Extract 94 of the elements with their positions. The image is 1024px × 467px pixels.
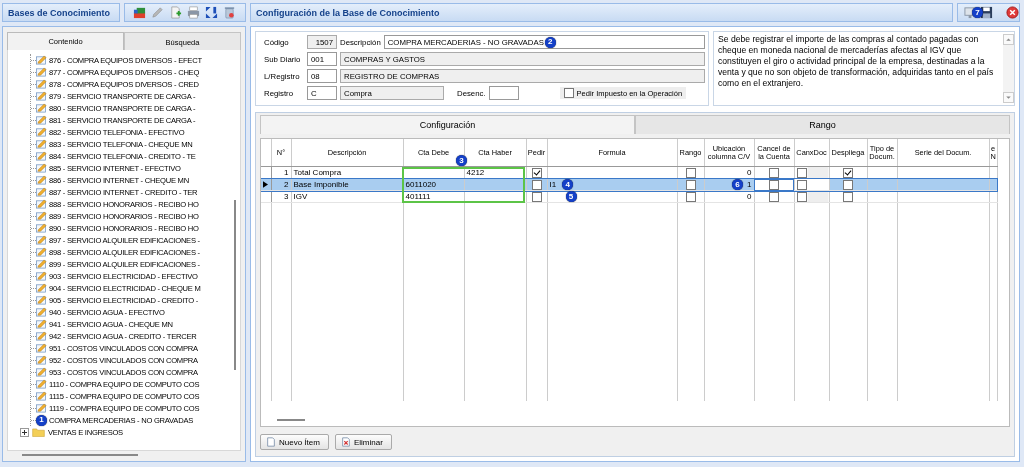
note-pencil-icon (36, 127, 47, 137)
close-icon[interactable] (1006, 6, 1019, 19)
tab[interactable]: Rango (635, 115, 1010, 134)
note-pencil-icon (36, 139, 47, 149)
note-pencil-icon (36, 151, 47, 161)
table-cell: 2 (271, 178, 291, 191)
table-row[interactable]: 3 IGV 401111 5 0 (261, 190, 997, 203)
checkbox[interactable] (685, 179, 696, 190)
step-badge: 2 (544, 36, 556, 48)
checkbox[interactable] (531, 191, 542, 202)
table-cell: 1 (271, 166, 291, 179)
printer-icon[interactable] (187, 6, 200, 19)
new-item-button[interactable]: Nuevo Ítem (260, 434, 329, 450)
checkbox[interactable] (531, 179, 542, 190)
note-pencil-icon (36, 175, 47, 185)
note-pencil-icon (36, 319, 47, 329)
checkbox[interactable] (685, 191, 696, 202)
table-cell: IGV (291, 190, 403, 203)
trash-icon[interactable] (223, 6, 236, 19)
step-badge: 3 (456, 155, 467, 166)
note-text: Se debe registrar el importe de las compras al contado pagadas con cheque en moneda nacional de mercaderías afectas al IGV que constituyen el giro o actividad principal de la empresa, destinadas a la venta y que no son objeto de transformación, adquiridas tanto en el país como en el extranjero. (718, 34, 995, 90)
expand-icon[interactable] (205, 6, 218, 19)
note-pencil-icon (36, 163, 47, 173)
row-pointer-icon (263, 181, 268, 188)
checkbox[interactable] (796, 167, 807, 178)
checkbox[interactable] (769, 167, 779, 178)
checkbox[interactable] (796, 191, 807, 202)
chart-icon[interactable] (133, 6, 146, 19)
scroll-up-icon[interactable] (1003, 34, 1014, 45)
note-pencil-icon (36, 379, 47, 389)
note-pencil-icon (36, 367, 47, 377)
step-badge: 5 (565, 191, 577, 202)
input-field[interactable] (488, 86, 519, 100)
note-pencil-icon (36, 211, 47, 221)
table-cell: 0 (704, 166, 754, 179)
note-pencil-icon (36, 223, 47, 233)
step-badge: 7 (972, 7, 983, 18)
note-pencil-icon (36, 187, 47, 197)
note-pencil-icon (36, 391, 47, 401)
note-pencil-icon (36, 247, 47, 257)
checkbox[interactable] (843, 167, 853, 178)
note-pencil-icon (36, 91, 47, 101)
delete-icon (340, 437, 351, 447)
table-cell: I1 4 (547, 178, 677, 191)
note-pencil-icon (36, 343, 47, 353)
document-icon (266, 437, 276, 447)
note-pencil-icon (36, 103, 47, 113)
delete-button[interactable]: Eliminar (334, 434, 392, 450)
panel-title: Bases de Conocimiento (2, 3, 120, 22)
table-cell: 6011020 (403, 178, 464, 191)
note-pencil-icon (36, 295, 47, 305)
table-row[interactable]: 1 Total Compra 4212 0 (261, 166, 997, 179)
table-cell (464, 178, 526, 191)
table-cell: 3 (271, 190, 291, 203)
checkbox[interactable] (685, 167, 696, 178)
note-pencil-icon (36, 67, 47, 77)
table-row[interactable]: 2 Base Imponible 6011020 I1 4 6 1 (261, 178, 997, 191)
note-pencil-icon (36, 403, 47, 413)
table-cell: Base Imponible (291, 178, 403, 191)
scrollbar[interactable] (234, 200, 236, 370)
scrollbar[interactable] (277, 419, 305, 421)
save-icon[interactable] (980, 6, 993, 19)
note-pencil-icon (36, 55, 47, 65)
note-pencil-icon (36, 199, 47, 209)
checkbox[interactable] (843, 179, 853, 190)
table-cell: Total Compra (291, 166, 403, 179)
note-pencil-icon (36, 259, 47, 269)
checkbox[interactable] (563, 88, 574, 98)
checkbox[interactable] (843, 191, 853, 202)
note-pencil-icon (36, 307, 47, 317)
scrollbar[interactable] (1003, 34, 1014, 103)
table-cell: 0 (704, 190, 754, 203)
note-pencil-icon (36, 235, 47, 245)
note-pencil-icon (36, 355, 47, 365)
checkbox[interactable] (796, 179, 807, 190)
step-badge: 6 (732, 179, 744, 190)
step-badge: 4 (562, 179, 574, 190)
checkbox[interactable] (769, 191, 779, 202)
scrollbar[interactable] (22, 454, 138, 456)
tab[interactable]: Configuración (260, 115, 635, 134)
table-cell: 6 1 (704, 178, 754, 191)
step-badge: 1 (36, 414, 47, 426)
note-pencil-icon (36, 79, 47, 89)
checkbox[interactable] (531, 167, 542, 178)
folder-icon (32, 427, 45, 437)
note-pencil-icon (36, 331, 47, 341)
notes-area[interactable] (713, 31, 1015, 106)
window-title: Configuración de la Base de Conocimiento (250, 3, 953, 22)
expand-toggle[interactable] (20, 427, 29, 437)
note-pencil-icon (36, 115, 47, 125)
note-pencil-icon (36, 283, 47, 293)
new-document-icon[interactable] (169, 6, 182, 19)
note-pencil-icon (36, 271, 47, 281)
checkbox[interactable] (769, 179, 779, 190)
